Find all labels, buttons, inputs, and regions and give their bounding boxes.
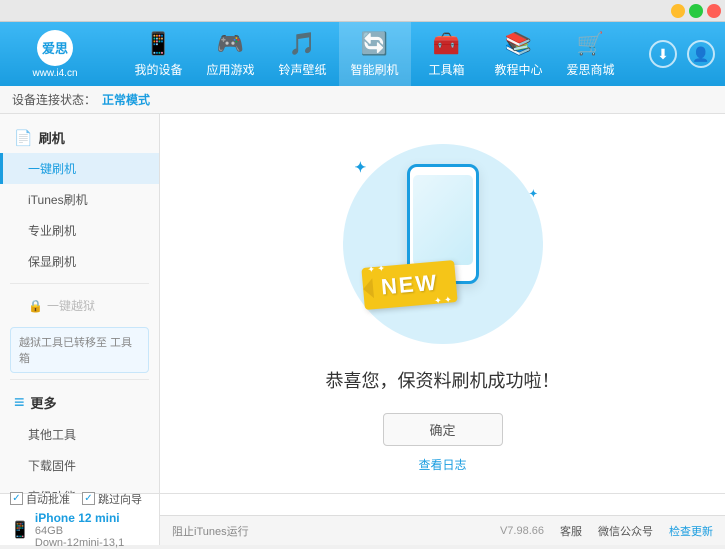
nav-smart-flash[interactable]: 🔄 智能刷机 — [339, 22, 411, 86]
sidebar-section-flash: 📄 刷机 — [0, 122, 159, 153]
more-section-label: 更多 — [31, 393, 57, 412]
guide-checkbox[interactable]: 跳过向导 — [82, 491, 142, 507]
close-btn[interactable] — [707, 4, 721, 18]
sidebar-item-download-firmware[interactable]: 下载固件 — [0, 450, 159, 481]
guide-checkbox-box[interactable] — [82, 492, 95, 505]
bottom-section: 自动批准 跳过向导 📱 iPhone 12 mini 64GB Down-12m… — [0, 493, 725, 545]
nav-label-tutorial: 教程中心 — [494, 61, 542, 78]
ringtones-icon: 🎵 — [289, 31, 316, 57]
auto-start-checkbox[interactable]: 自动批准 — [10, 491, 70, 507]
download-btn[interactable]: ⬇ — [649, 40, 677, 68]
device-storage: 64GB — [35, 525, 124, 537]
nav-toolbox[interactable]: 🧰 工具箱 — [411, 22, 483, 86]
device-row: 自动批准 跳过向导 📱 iPhone 12 mini 64GB Down-12m… — [0, 493, 725, 545]
sidebar-divider-2 — [10, 379, 149, 380]
status-right-links: V7.98.66 客服 微信公众号 检查更新 — [500, 523, 713, 539]
title-bar — [0, 0, 725, 22]
nav-ringtones[interactable]: 🎵 铃声壁纸 — [267, 22, 339, 86]
sidebar-item-pro-flash[interactable]: 专业刷机 — [0, 215, 159, 246]
sidebar-section-more: ≡ 更多 — [0, 386, 159, 419]
sidebar-divider-1 — [10, 283, 149, 284]
nav-shop[interactable]: 🛒 爱思商城 — [555, 22, 627, 86]
nav-label-my-device: 我的设备 — [134, 61, 182, 78]
check-update-link[interactable]: 检查更新 — [669, 523, 713, 539]
sidebar-item-itunes[interactable]: iTunes刷机 — [0, 184, 159, 215]
status-value: 正常模式 — [102, 91, 150, 108]
guide-label: 跳过向导 — [98, 491, 142, 507]
device-info-left: 自动批准 跳过向导 📱 iPhone 12 mini 64GB Down-12m… — [0, 494, 160, 545]
tutorial-icon: 📚 — [505, 31, 532, 57]
more-section-icon: ≡ — [14, 392, 25, 413]
sidebar: 📄 刷机 一键刷机 iTunes刷机 专业刷机 保显刷机 🔒 一键越狱 越狱工具… — [0, 114, 160, 493]
nav-apps-games[interactable]: 🎮 应用游戏 — [195, 22, 267, 86]
auto-start-checkbox-box[interactable] — [10, 492, 23, 505]
view-log-link[interactable]: 查看日志 — [418, 456, 466, 473]
success-title: 恭喜您，保资料刷机成功啦！ — [326, 367, 560, 393]
itunes-label: 阻止iTunes运行 — [172, 523, 249, 539]
status-label: 设备连接状态： — [12, 91, 96, 108]
status-strip: 阻止iTunes运行 V7.98.66 客服 微信公众号 检查更新 — [160, 515, 725, 545]
nav-items: 📱 我的设备 🎮 应用游戏 🎵 铃声壁纸 🔄 智能刷机 🧰 工具箱 📚 教程中心… — [100, 22, 649, 86]
nav-tutorial[interactable]: 📚 教程中心 — [483, 22, 555, 86]
nav-label-toolbox: 工具箱 — [428, 61, 464, 78]
user-btn[interactable]: 👤 — [687, 40, 715, 68]
sidebar-item-other-tools[interactable]: 其他工具 — [0, 419, 159, 450]
customer-service-link[interactable]: 客服 — [560, 523, 582, 539]
auto-start-label: 自动批准 — [26, 491, 70, 507]
flash-section-icon: 📄 — [14, 129, 33, 147]
nav-label-shop: 爱思商城 — [566, 61, 614, 78]
new-badge: ✦ ✦ NEW ✦ ✦ — [361, 260, 458, 310]
toolbox-icon: 🧰 — [433, 31, 460, 57]
logo-icon: 爱思 — [37, 30, 73, 66]
my-device-icon: 📱 — [145, 31, 172, 57]
nav-right: ⬇ 👤 — [649, 40, 715, 68]
lock-icon: 🔒 — [28, 299, 43, 313]
sidebar-item-jailbreak-disabled: 🔒 一键越狱 — [0, 290, 159, 321]
maximize-btn[interactable] — [689, 4, 703, 18]
nav-my-device[interactable]: 📱 我的设备 — [123, 22, 195, 86]
confirm-button[interactable]: 确定 — [383, 413, 503, 446]
checkbox-area: 自动批准 跳过向导 — [10, 491, 149, 507]
flash-section-label: 刷机 — [39, 128, 65, 147]
sidebar-info-box: 越狱工具已转移至 工具箱 — [10, 327, 149, 373]
nav-label-smart-flash: 智能刷机 — [350, 61, 398, 78]
info-box-text: 越狱工具已转移至 工具箱 — [19, 337, 132, 365]
bottom-right-area: 阻止iTunes运行 V7.98.66 客服 微信公众号 检查更新 — [160, 494, 725, 545]
status-bar: 设备连接状态： 正常模式 — [0, 86, 725, 114]
shop-icon: 🛒 — [577, 31, 604, 57]
logo-area[interactable]: 爱思 www.i4.cn — [10, 30, 100, 79]
apps-icon: 🎮 — [217, 31, 244, 57]
nav-label-ringtones: 铃声壁纸 — [278, 61, 326, 78]
main-layout: 📄 刷机 一键刷机 iTunes刷机 专业刷机 保显刷机 🔒 一键越狱 越狱工具… — [0, 114, 725, 493]
new-badge-text: NEW — [379, 269, 438, 299]
header: 爱思 www.i4.cn 📱 我的设备 🎮 应用游戏 🎵 铃声壁纸 🔄 智能刷机… — [0, 22, 725, 86]
sidebar-item-save-flash[interactable]: 保显刷机 — [0, 246, 159, 277]
nav-label-apps: 应用游戏 — [206, 61, 254, 78]
content-area: ✦ ✦ ✦ ✦ NEW ✦ ✦ 恭喜您，保资料刷机成功啦！ 确定 查看日志 — [160, 114, 725, 493]
smart-flash-icon: 🔄 — [361, 31, 388, 57]
version-label: V7.98.66 — [500, 525, 544, 537]
sparkle-1: ✦ — [355, 159, 367, 176]
success-illustration: ✦ ✦ ✦ ✦ NEW ✦ ✦ — [333, 134, 553, 351]
logo-url: www.i4.cn — [32, 68, 77, 79]
device-name: iPhone 12 mini — [35, 511, 124, 525]
minimize-btn[interactable] — [671, 4, 685, 18]
device-system: Down-12mini-13,1 — [35, 537, 124, 549]
device-info-details: 📱 iPhone 12 mini 64GB Down-12mini-13,1 — [10, 511, 149, 549]
sidebar-item-onekey[interactable]: 一键刷机 — [0, 153, 159, 184]
wechat-link[interactable]: 微信公众号 — [598, 523, 653, 539]
sparkle-2: ✦ — [529, 189, 537, 200]
